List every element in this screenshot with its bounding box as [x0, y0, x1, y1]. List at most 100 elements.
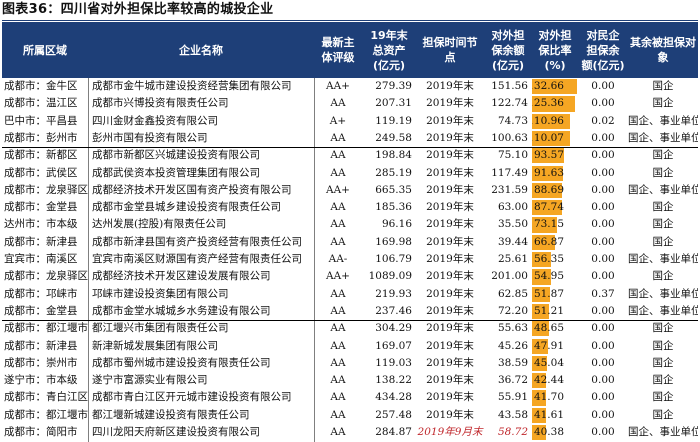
cell-region: 遂宁市：市本级 — [4, 374, 78, 387]
header-guarantee-balance: 对外担 保余额 (亿元) — [491, 28, 525, 72]
cell-total-assets: 119.19 — [375, 114, 412, 127]
cell-guarantee-balance: 151.56 — [491, 80, 528, 92]
cell-region: 成都市：金牛区 — [4, 80, 78, 92]
cell-rating: AA — [330, 356, 346, 369]
cell-company: 成都市新都区兴城建设投资有限公司 — [92, 149, 260, 162]
cell-other-guaranteed: 国企、事业单位 — [628, 287, 698, 300]
cell-company: 成都市兴博投资有限责任公司 — [92, 97, 229, 110]
cell-region: 成都市：青白江区 — [4, 391, 88, 404]
ratio-value: 66.87 — [533, 235, 564, 248]
table-row: 成都市：彭州市 彭州市国有投资有限公司 AA 249.58 2019年末 100.63 11… — [2, 130, 698, 147]
cell-guarantee-ratio: 73.15 — [532, 216, 578, 233]
table-row: 成都市：青白江区 成都市青白江区开元城市建设投资有限公司 AA 434.28 2019年… — [2, 389, 698, 406]
header-rating: 最新主 体评级 — [321, 36, 355, 64]
cell-total-assets: 285.19 — [375, 166, 412, 179]
ratio-value: 88.69 — [533, 183, 564, 196]
cell-rating: AA+ — [326, 270, 350, 283]
cell-total-assets: 665.35 — [375, 183, 412, 196]
cell-region: 成都市：简阳市 — [4, 426, 78, 438]
cell-region: 成都市：新津县 — [4, 339, 78, 352]
ratio-value: 125.36 — [532, 97, 564, 110]
cell-rating: AA — [330, 131, 346, 144]
cell-company: 彭州市国有投资有限公司 — [92, 131, 208, 144]
cell-guarantee-ratio: 51.87 — [532, 286, 578, 303]
cell-company: 成都市金堂县城乡建设投资有限责任公司 — [92, 201, 281, 214]
cell-private-guarantee: 0.00 — [591, 218, 615, 231]
cell-private-guarantee: 0.00 — [591, 408, 615, 421]
ratio-value: 132.66 — [532, 80, 564, 92]
cell-guarantee-ratio: 41.70 — [532, 389, 578, 406]
cell-total-assets: 119.03 — [375, 356, 412, 369]
cell-other-guaranteed: 国企 — [652, 270, 674, 283]
cell-rating: AA — [330, 97, 346, 110]
cell-region: 成都市：龙泉驿区 — [4, 270, 88, 283]
cell-guarantee-time: 2019年末 — [426, 97, 474, 110]
cell-guarantee-balance: 25.61 — [497, 253, 528, 265]
cell-region: 巴中市：平昌县 — [4, 114, 78, 127]
cell-guarantee-ratio: 41.61 — [532, 407, 578, 424]
cell-other-guaranteed: 国企、事业单位 — [628, 426, 698, 438]
table-row: 成都市：简阳市 四川龙阳天府新区建设投资有限公司 AA 284.87 2019年9月末 5… — [2, 424, 698, 441]
cell-other-guaranteed: 国企 — [652, 201, 674, 214]
table-row: 成都市：新津县 新津新城发展集团有限公司 AA 169.07 2019年末 45.26 47… — [2, 338, 698, 355]
cell-region: 成都市：崇州市 — [4, 356, 78, 369]
cell-private-guarantee: 0.37 — [591, 287, 615, 300]
header-total-assets: 19年末 总资产 (亿元) — [370, 28, 408, 72]
cell-private-guarantee: 0.00 — [591, 356, 615, 369]
table-row: 成都市：邛崃市 邛崃市建设投资集团有限公司 AA 219.93 2019年末 62.85 5… — [2, 286, 698, 303]
cell-guarantee-time: 2019年末 — [426, 253, 474, 265]
cell-guarantee-time: 2019年末 — [426, 339, 474, 352]
cell-guarantee-balance: 122.74 — [491, 97, 528, 110]
cell-other-guaranteed: 国企 — [652, 408, 674, 421]
cell-company: 四川金财金鑫投资有限公司 — [92, 114, 218, 127]
cell-guarantee-time: 2019年末 — [426, 183, 474, 196]
cell-total-assets: 169.98 — [375, 235, 412, 248]
cell-other-guaranteed: 国企 — [652, 218, 674, 231]
cell-rating: AA- — [328, 253, 348, 265]
cell-region: 成都市：龙泉驿区 — [4, 183, 88, 196]
cell-total-assets: 279.39 — [375, 80, 412, 92]
cell-private-guarantee: 0.00 — [591, 183, 615, 196]
cell-guarantee-balance: 74.73 — [497, 114, 528, 127]
group-divider — [2, 319, 698, 321]
cell-guarantee-time: 2019年9月末 — [417, 426, 483, 438]
cell-region: 成都市：都江堰市 — [4, 322, 88, 335]
cell-company: 成都经济技术开发区建设发展有限公司 — [92, 270, 271, 283]
cell-guarantee-balance: 75.10 — [497, 149, 528, 162]
ratio-value: 110.96 — [532, 114, 564, 127]
ratio-value: 45.04 — [533, 356, 564, 369]
ratio-value: 110.07 — [532, 131, 564, 144]
cell-guarantee-ratio: 51.21 — [532, 303, 578, 320]
table-row: 成都市：新津县 成都市新津县国有资产投资经营有限责任公司 AA 169.98 2019年… — [2, 234, 698, 251]
cell-guarantee-balance: 55.91 — [497, 391, 528, 404]
table-row: 达州市：市本级 达州发展(控股)有限责任公司 AA 96.16 2019年末 35.50 7… — [2, 216, 698, 233]
cell-total-assets: 96.16 — [381, 218, 412, 231]
cell-other-guaranteed: 国企、事业单位 — [628, 304, 698, 317]
table-row: 成都市：武侯区 成都武侯资本投资管理集团有限公司 AA 285.19 2019年末 117… — [2, 165, 698, 182]
header-company: 企业名称 — [179, 43, 223, 57]
ratio-value: 56.35 — [533, 253, 564, 265]
cell-guarantee-time: 2019年末 — [426, 235, 474, 248]
cell-company: 成都市青白江区开元城市建设投资有限公司 — [92, 391, 292, 404]
cell-guarantee-balance: 72.20 — [497, 304, 528, 317]
cell-guarantee-balance: 201.00 — [491, 270, 528, 283]
table-row: 成都市：龙泉驿区 成都经济技术开发区建设发展有限公司 AA+ 1089.09 2019年… — [2, 268, 698, 285]
cell-region: 成都市：新津县 — [4, 235, 78, 248]
ratio-value: 93.57 — [533, 149, 564, 162]
cell-company: 达州发展(控股)有限责任公司 — [92, 218, 227, 231]
cell-guarantee-balance: 62.85 — [497, 287, 528, 300]
cell-region: 成都市：金堂县 — [4, 304, 78, 317]
ratio-value: 51.21 — [533, 304, 564, 317]
header-guarantee-ratio: 对外担 保比率 (%) — [538, 28, 572, 72]
ratio-value: 41.70 — [533, 391, 564, 404]
cell-guarantee-balance: 231.59 — [491, 183, 528, 196]
cell-total-assets: 219.93 — [375, 287, 412, 300]
cell-guarantee-balance: 45.26 — [497, 339, 528, 352]
cell-private-guarantee: 0.00 — [591, 339, 615, 352]
cell-other-guaranteed: 国企、事业单位 — [628, 114, 698, 127]
cell-company: 都江堰兴市集团有限责任公司 — [92, 322, 229, 335]
cell-rating: AA — [330, 426, 346, 438]
ratio-value: 91.63 — [533, 166, 564, 179]
cell-company: 成都市金堂水城城乡水务建设有限公司 — [92, 304, 271, 317]
cell-other-guaranteed: 国企 — [652, 235, 674, 248]
